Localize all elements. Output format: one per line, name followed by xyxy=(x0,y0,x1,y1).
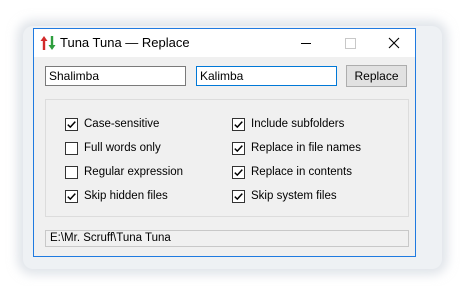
checkbox[interactable] xyxy=(65,141,78,155)
replace-window: Tuna Tuna — Replace Replace Case-sensiti… xyxy=(33,28,416,257)
find-input[interactable] xyxy=(45,66,186,86)
replace-button[interactable]: Replace xyxy=(346,65,407,87)
option-skip-hidden[interactable]: Skip hidden files xyxy=(65,188,168,204)
checkmark-icon xyxy=(234,144,243,152)
maximize-button[interactable] xyxy=(328,29,372,57)
checkmark-icon xyxy=(67,120,76,128)
checkbox[interactable] xyxy=(65,117,78,131)
checkbox[interactable] xyxy=(232,189,245,203)
option-case-sensitive[interactable]: Case-sensitive xyxy=(65,116,159,132)
checkmark-icon xyxy=(234,168,243,176)
window-title: Tuna Tuna — Replace xyxy=(60,35,190,50)
up-down-arrows-icon xyxy=(40,35,56,51)
replace-input[interactable] xyxy=(196,66,337,86)
option-label: Replace in contents xyxy=(251,166,353,178)
minimize-icon xyxy=(301,42,311,44)
checkbox[interactable] xyxy=(232,165,245,179)
options-group: Case-sensitive Full words only Regular e… xyxy=(45,99,409,217)
checkmark-icon xyxy=(67,192,76,200)
option-label: Include subfolders xyxy=(251,118,345,130)
option-replace-file-names[interactable]: Replace in file names xyxy=(232,140,361,156)
option-skip-system[interactable]: Skip system files xyxy=(232,188,337,204)
title-bar[interactable]: Tuna Tuna — Replace xyxy=(34,29,415,57)
option-regular-expression[interactable]: Regular expression xyxy=(65,164,183,180)
option-replace-contents[interactable]: Replace in contents xyxy=(232,164,352,180)
checkbox[interactable] xyxy=(65,189,78,203)
minimize-button[interactable] xyxy=(284,29,328,57)
option-label: Case-sensitive xyxy=(84,118,160,130)
status-path: E:\Mr. Scruff\Tuna Tuna xyxy=(50,232,171,244)
option-label: Replace in file names xyxy=(251,142,361,154)
option-label: Skip system files xyxy=(251,190,337,202)
checkmark-icon xyxy=(234,120,243,128)
maximize-icon xyxy=(344,37,356,49)
checkmark-icon xyxy=(234,192,243,200)
option-full-words[interactable]: Full words only xyxy=(65,140,161,156)
status-bar: E:\Mr. Scruff\Tuna Tuna xyxy=(45,230,409,247)
checkbox[interactable] xyxy=(232,117,245,131)
option-include-subfolders[interactable]: Include subfolders xyxy=(232,116,344,132)
option-label: Regular expression xyxy=(84,166,184,178)
option-label: Full words only xyxy=(84,142,161,154)
option-label: Skip hidden files xyxy=(84,190,168,202)
close-button[interactable] xyxy=(372,29,416,57)
checkbox[interactable] xyxy=(232,141,245,155)
close-icon xyxy=(388,37,400,49)
checkbox[interactable] xyxy=(65,165,78,179)
